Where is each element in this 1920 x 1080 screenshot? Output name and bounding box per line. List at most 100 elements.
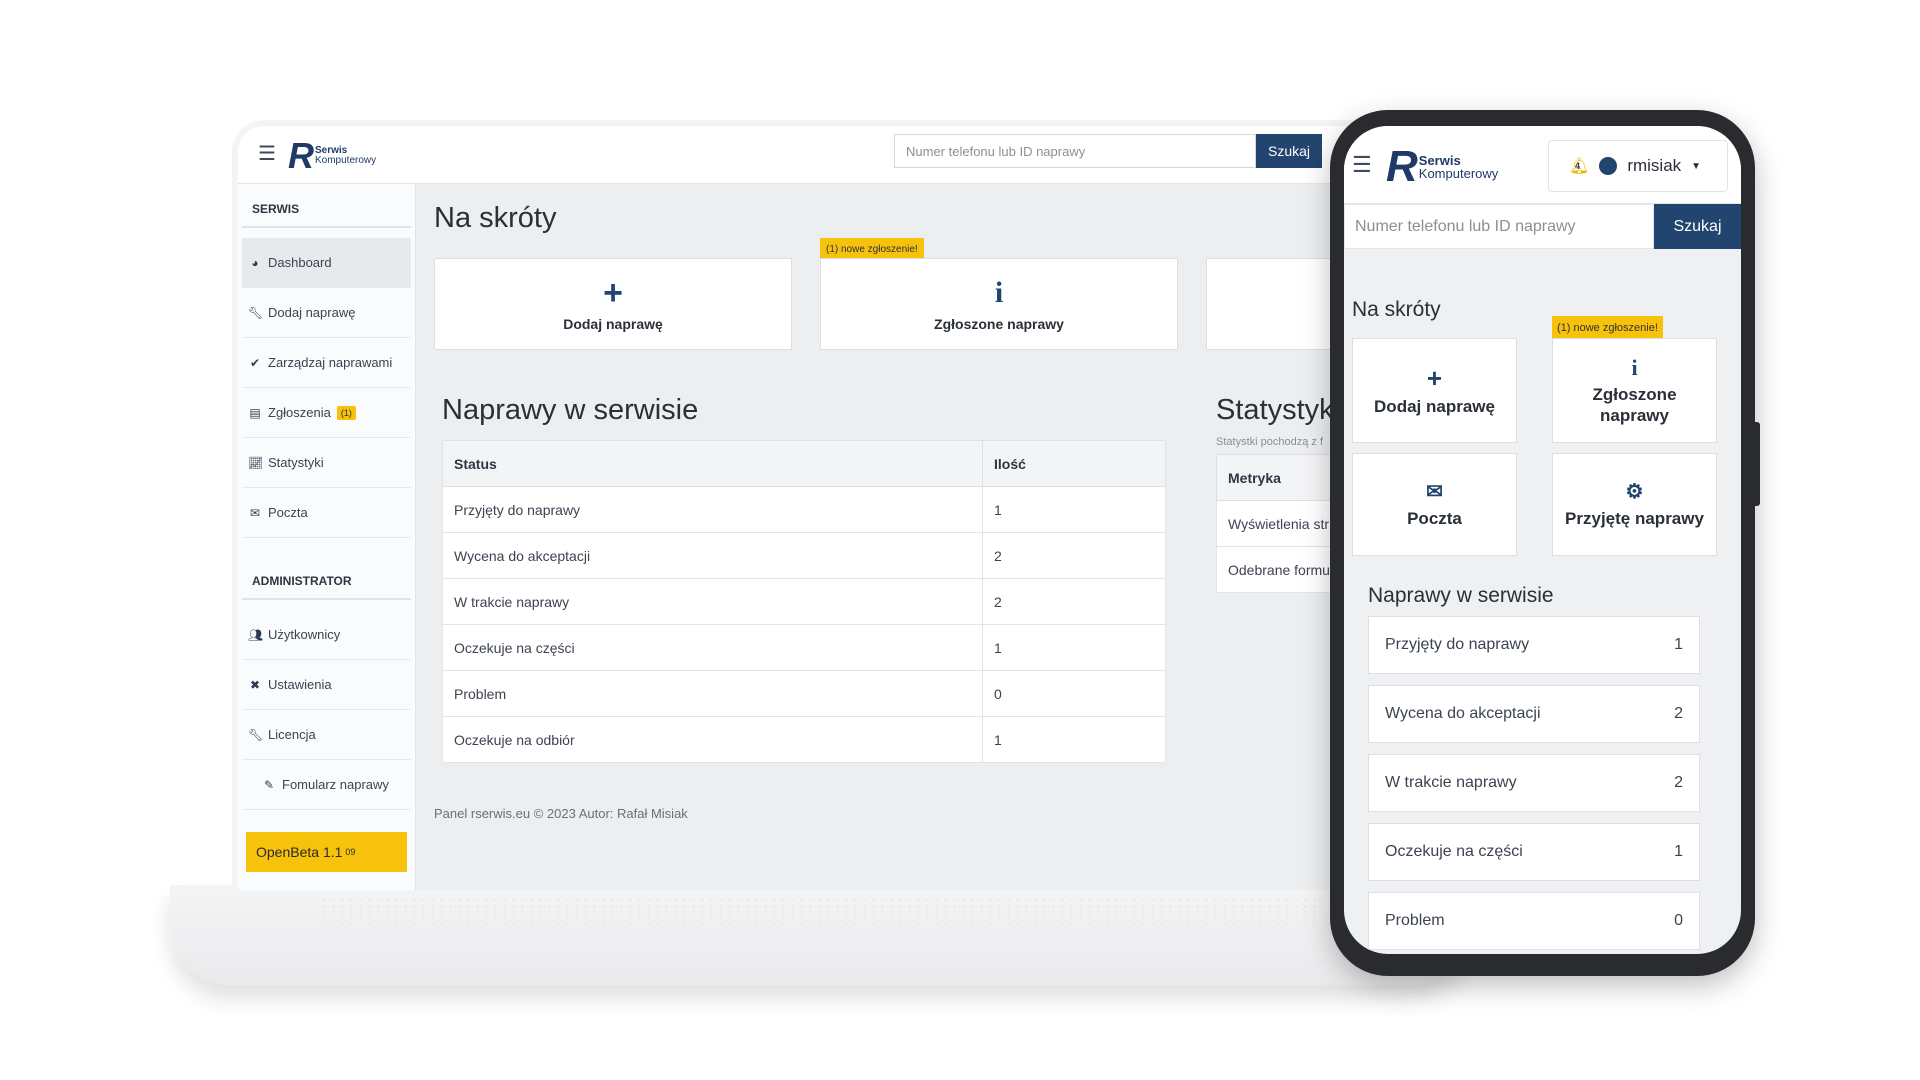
- sidebar-item-statystyki[interactable]: 📈︎ Statystyki: [242, 438, 411, 488]
- card-poczta[interactable]: ✉ Poczta: [1352, 453, 1517, 556]
- list-item[interactable]: Przyjęty do naprawy 1: [1368, 616, 1700, 674]
- wrench-icon: 🔧︎: [248, 727, 264, 742]
- table-row[interactable]: Oczekuje na odbiór 1: [442, 716, 1166, 763]
- phone-frame: ☰ R Serwis Komputerowy 🔔︎ 4 rmisiak ▼ Nu…: [1330, 110, 1760, 976]
- row-status: Oczekuje na części: [1385, 843, 1523, 860]
- col-count: Ilość: [982, 440, 1166, 487]
- list-item[interactable]: Problem 0: [1368, 892, 1700, 950]
- table-row[interactable]: Przyjęty do naprawy 1: [442, 486, 1166, 533]
- repairs-title: Naprawy w serwisie: [1368, 584, 1554, 607]
- logo[interactable]: R Serwis Komputerowy: [1386, 142, 1498, 192]
- hamburger-menu-icon[interactable]: ☰: [258, 144, 276, 164]
- list-item[interactable]: Oczekuje na części 1: [1368, 823, 1700, 881]
- card-label-line1: Zgłoszone: [1592, 384, 1677, 404]
- hamburger-menu-icon[interactable]: ☰: [1352, 154, 1372, 176]
- search-placeholder: Numer telefonu lub ID naprawy: [1355, 217, 1576, 235]
- card-dodaj-naprawe[interactable]: + Dodaj naprawę: [1352, 338, 1517, 443]
- table-row[interactable]: W trakcie naprawy 2: [442, 578, 1166, 625]
- mockup-stage: ☰ R Serwis Komputerowy Numer telefonu lu…: [0, 0, 1920, 1080]
- col-status: Status: [442, 440, 983, 487]
- row-status: Problem: [1385, 912, 1445, 929]
- sidebar-item-zarzadzaj[interactable]: ✔ Zarządzaj naprawami: [242, 338, 411, 388]
- card-przyjete-naprawy[interactable]: ⚙ Przyjętę naprawy: [1552, 453, 1717, 556]
- table-row[interactable]: Oczekuje na części 1: [442, 624, 1166, 671]
- card-label-line2: naprawy: [1600, 405, 1669, 425]
- row-count: 2: [982, 578, 1166, 625]
- sidebar: SERWIS ◕ Dashboard 🔧︎ Dodaj naprawę ✔ Za…: [238, 184, 416, 890]
- sidebar-item-poczta[interactable]: ✉ Poczta: [242, 488, 411, 538]
- laptop-topbar: ☰ R Serwis Komputerowy Numer telefonu lu…: [238, 126, 1448, 184]
- plus-icon: +: [603, 274, 623, 312]
- row-status: Wycena do akceptacji: [1385, 705, 1541, 722]
- card-zgloszone-naprawy[interactable]: i Zgłoszone naprawy: [820, 258, 1178, 350]
- openbeta-badge[interactable]: OpenBeta 1.1 09: [246, 832, 407, 872]
- info-icon: i: [1631, 354, 1638, 380]
- card-label: Zgłoszone naprawy: [934, 316, 1064, 332]
- row-status: Przyjęty do naprawy: [442, 486, 983, 533]
- footer-text: Panel rserwis.eu © 2023 Autor: Rafał Mis…: [434, 806, 688, 821]
- check-icon: ✔: [249, 355, 261, 370]
- stats-subtitle: Statystki pochodzą z f: [1216, 436, 1323, 448]
- row-count: 1: [1674, 843, 1683, 860]
- username: rmisiak: [1627, 156, 1682, 175]
- chart-icon: 📈︎: [248, 455, 264, 470]
- repairs-table: Status Ilość Przyjęty do naprawy 1 Wycena…: [442, 440, 1166, 763]
- laptop-keyboard: [320, 897, 1320, 927]
- logo-text: Serwis Komputerowy: [315, 146, 376, 166]
- table-row[interactable]: Wycena do akceptacji 2: [442, 532, 1166, 579]
- row-count: 1: [1674, 636, 1683, 653]
- logo-r: R: [288, 135, 314, 176]
- edit-icon: ✎: [263, 777, 275, 792]
- phone-screen: ☰ R Serwis Komputerowy 🔔︎ 4 rmisiak ▼ Nu…: [1344, 126, 1741, 954]
- search-input[interactable]: Numer telefonu lub ID naprawy: [894, 134, 1256, 168]
- row-count: 2: [1674, 705, 1683, 722]
- phone-topbar: ☰ R Serwis Komputerowy 🔔︎ 4 rmisiak ▼: [1344, 126, 1741, 204]
- card-label: Zgłoszone naprawy: [1592, 384, 1676, 426]
- sidebar-item-label: Zgłoszenia: [268, 405, 331, 420]
- table-row[interactable]: Problem 0: [442, 670, 1166, 717]
- laptop-screen: ☰ R Serwis Komputerowy Numer telefonu lu…: [238, 126, 1448, 890]
- logo[interactable]: R Serwis Komputerowy: [288, 135, 376, 177]
- sidebar-item-dodaj-naprawe[interactable]: 🔧︎ Dodaj naprawę: [242, 288, 411, 338]
- user-menu[interactable]: 🔔︎ 4 rmisiak ▼: [1548, 140, 1728, 192]
- sidebar-item-label: Licencja: [268, 727, 316, 742]
- search-button[interactable]: Szukaj: [1654, 204, 1741, 249]
- card-dodaj-naprawe[interactable]: + Dodaj naprawę: [434, 258, 792, 350]
- row-count: 1: [982, 486, 1166, 533]
- search-button[interactable]: Szukaj: [1256, 134, 1322, 168]
- sidebar-section-admin: ADMINISTRATOR: [242, 556, 411, 600]
- envelope-icon: ✉: [249, 505, 261, 520]
- sidebar-item-ustawienia[interactable]: ✖ Ustawienia: [242, 660, 411, 710]
- bell-count: 4: [1575, 161, 1581, 171]
- gear-icon: ⚙: [1625, 480, 1644, 503]
- sidebar-item-zgloszenia[interactable]: ▤ Zgłoszenia (1): [242, 388, 411, 438]
- sidebar-item-formularz[interactable]: ✎ Fomularz naprawy: [242, 760, 411, 810]
- row-status: Wycena do akceptacji: [442, 532, 983, 579]
- shortcuts-title: Na skróty: [434, 202, 557, 234]
- openbeta-version: 09: [345, 847, 356, 857]
- sidebar-item-label: Dodaj naprawę: [268, 305, 356, 320]
- list-item[interactable]: Wycena do akceptacji 2: [1368, 685, 1700, 743]
- row-status: W trakcie naprawy: [1385, 774, 1517, 791]
- repairs-list: Przyjęty do naprawy 1 Wycena do akceptacj…: [1368, 616, 1700, 954]
- row-count: 0: [1674, 912, 1683, 929]
- sidebar-item-label: Użytkownicy: [268, 627, 341, 642]
- row-status: Oczekuje na odbiór: [442, 716, 983, 763]
- table-header-row: Status Ilość: [442, 440, 1166, 487]
- logo-r: R: [1386, 142, 1418, 191]
- sidebar-item-licencja[interactable]: 🔧︎ Licencja: [242, 710, 411, 760]
- row-count: 1: [982, 624, 1166, 671]
- sidebar-item-label: Dashboard: [268, 255, 332, 270]
- tools-icon: ✖: [249, 677, 261, 692]
- row-status: Oczekuje na części: [442, 624, 983, 671]
- sidebar-item-label: Ustawienia: [268, 677, 332, 692]
- bell-icon[interactable]: 🔔︎ 4: [1569, 156, 1589, 176]
- card-zgloszone-naprawy[interactable]: i Zgłoszone naprawy: [1552, 338, 1717, 443]
- shortcuts-title: Na skróty: [1352, 298, 1441, 321]
- sidebar-item-dashboard[interactable]: ◕ Dashboard: [242, 238, 411, 288]
- card-label: Przyjętę naprawy: [1565, 508, 1704, 528]
- list-item[interactable]: W trakcie naprawy 2: [1368, 754, 1700, 812]
- row-status: Przyjęty do naprawy: [1385, 636, 1530, 653]
- sidebar-item-uzytkownicy[interactable]: 👥︎ Użytkownicy: [242, 610, 411, 660]
- search-input[interactable]: Numer telefonu lub ID naprawy: [1344, 204, 1654, 249]
